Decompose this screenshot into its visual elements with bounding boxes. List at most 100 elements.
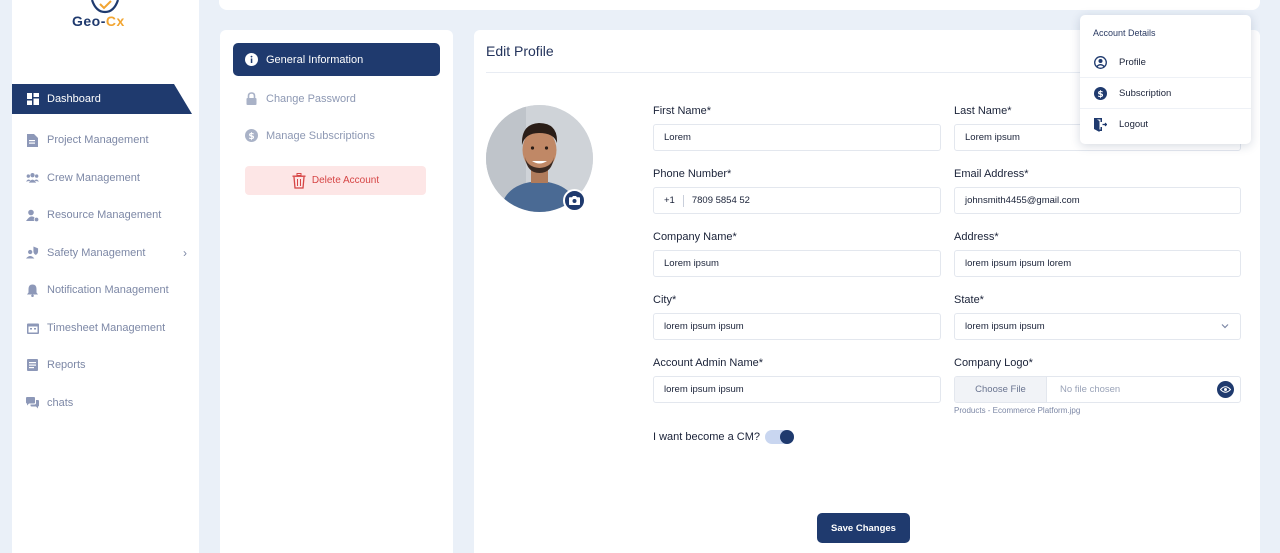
phone-number-value: 7809 5854 52 xyxy=(691,195,750,206)
sidebar-item-crew-management[interactable]: Crew Management xyxy=(12,159,199,197)
logo-text-part1: Geo- xyxy=(72,13,106,29)
svg-text:$: $ xyxy=(1097,90,1103,100)
dollar-circle-icon: $ xyxy=(245,129,258,142)
choose-file-button[interactable]: Choose File xyxy=(955,377,1047,402)
sidebar-item-label: Resource Management xyxy=(47,209,162,222)
delete-account-button[interactable]: Delete Account xyxy=(245,166,426,195)
eye-icon[interactable] xyxy=(1217,381,1234,398)
user-circle-icon xyxy=(1094,56,1107,69)
company-name-input[interactable]: Lorem ipsum xyxy=(653,250,941,277)
email-address-value: johnsmith4455@gmail.com xyxy=(965,195,1080,206)
account-dropdown-title: Account Details xyxy=(1093,28,1156,38)
sidebar-item-notification-management[interactable]: Notification Management xyxy=(12,272,199,310)
settings-tab-label: Manage Subscriptions xyxy=(266,129,375,142)
svg-text:$: $ xyxy=(248,132,254,142)
dollar-icon: $ xyxy=(1094,87,1107,100)
menu-item-label: Logout xyxy=(1119,119,1149,130)
settings-tab-label: General Information xyxy=(266,53,364,66)
address-label: Address* xyxy=(954,231,999,243)
company-logo-label: Company Logo* xyxy=(954,357,1033,369)
email-address-input[interactable]: johnsmith4455@gmail.com xyxy=(954,187,1241,214)
first-name-value: Lorem xyxy=(664,132,691,143)
sidebar-item-resource-management[interactable]: Resource Management xyxy=(12,197,199,235)
logo: Geo-Cx xyxy=(70,0,140,34)
account-admin-name-input[interactable]: lorem ipsum ipsum xyxy=(653,376,941,403)
become-cm-label: I want become a CM? xyxy=(653,431,760,443)
sidebar-item-label: Dashboard xyxy=(47,93,101,105)
chevron-right-icon: › xyxy=(183,245,187,260)
city-label: City* xyxy=(653,294,677,306)
sidebar-item-label: Project Management xyxy=(47,134,149,147)
state-value: lorem ipsum ipsum xyxy=(965,321,1045,332)
sidebar-item-reports[interactable]: Reports xyxy=(12,347,199,385)
sidebar-item-project-management[interactable]: Project Management xyxy=(12,122,199,160)
logo-text: Geo-Cx xyxy=(72,13,125,29)
report-icon xyxy=(26,359,39,372)
account-admin-name-value: lorem ipsum ipsum xyxy=(664,384,744,395)
state-label: State* xyxy=(954,294,984,306)
document-icon xyxy=(26,133,39,147)
file-status: No file chosen xyxy=(1060,384,1121,395)
company-name-label: Company Name* xyxy=(653,231,737,243)
menu-item-label: Profile xyxy=(1119,57,1146,68)
settings-tab-change-password[interactable]: Change Password xyxy=(233,82,440,115)
active-indicator xyxy=(12,84,192,114)
address-input[interactable]: lorem ipsum ipsum lorem xyxy=(954,250,1241,277)
address-value: lorem ipsum ipsum lorem xyxy=(965,258,1072,269)
settings-panel: General Information Change Password $ Ma… xyxy=(220,30,453,553)
sidebar-item-chats[interactable]: chats xyxy=(12,384,199,422)
become-cm-toggle[interactable] xyxy=(765,430,794,444)
user-gear-icon xyxy=(26,209,39,222)
sidebar-nav: Dashboard Project Management Crew Manage… xyxy=(12,84,199,422)
sidebar-item-label: Notification Management xyxy=(47,284,169,297)
sidebar-item-label: Crew Management xyxy=(47,171,140,184)
last-name-label: Last Name* xyxy=(954,105,1012,117)
calendar-icon xyxy=(26,321,39,334)
menu-item-subscription[interactable]: $ Subscription xyxy=(1080,78,1251,109)
sidebar-item-label: Safety Management xyxy=(47,246,146,259)
trash-icon xyxy=(292,172,306,189)
account-admin-name-label: Account Admin Name* xyxy=(653,357,764,369)
sidebar-item-safety-management[interactable]: Safety Management › xyxy=(12,234,199,272)
menu-item-profile[interactable]: Profile xyxy=(1080,47,1251,78)
settings-tab-manage-subscriptions[interactable]: $ Manage Subscriptions xyxy=(233,119,440,152)
account-dropdown: Account Details Profile $ Subscription L… xyxy=(1080,15,1251,144)
sidebar-item-timesheet-management[interactable]: Timesheet Management xyxy=(12,309,199,347)
last-name-value: Lorem ipsum xyxy=(965,132,1020,143)
info-icon xyxy=(245,53,258,66)
sidebar-item-dashboard[interactable]: Dashboard xyxy=(12,84,199,114)
save-changes-button[interactable]: Save Changes xyxy=(817,513,910,543)
city-input[interactable]: lorem ipsum ipsum xyxy=(653,313,941,340)
company-name-value: Lorem ipsum xyxy=(664,258,719,269)
sidebar-item-label: Reports xyxy=(47,359,86,372)
company-logo-input: Choose File No file chosen xyxy=(954,376,1241,403)
menu-item-logout[interactable]: Logout xyxy=(1080,109,1251,140)
state-select[interactable]: lorem ipsum ipsum xyxy=(954,313,1241,340)
camera-icon xyxy=(569,196,580,205)
toggle-knob xyxy=(780,430,794,444)
logout-icon xyxy=(1094,117,1107,132)
email-address-label: Email Address* xyxy=(954,168,1029,180)
logo-text-part2: Cx xyxy=(105,13,125,29)
file-name-hint: Products - Ecommerce Platform.jpg xyxy=(954,406,1081,415)
settings-tab-label: Change Password xyxy=(266,92,356,105)
phone-number-input[interactable]: +1 7809 5854 52 xyxy=(653,187,941,214)
sidebar-item-label: chats xyxy=(47,396,74,409)
sidebar-item-label: Timesheet Management xyxy=(47,321,166,334)
first-name-label: First Name* xyxy=(653,105,712,117)
settings-tab-general-information[interactable]: General Information xyxy=(233,43,440,76)
page-title: Edit Profile xyxy=(486,43,554,59)
menu-item-label: Subscription xyxy=(1119,88,1172,99)
safety-icon xyxy=(26,246,39,259)
delete-account-label: Delete Account xyxy=(311,175,380,186)
dashboard-icon xyxy=(26,93,39,106)
lock-icon xyxy=(245,92,258,105)
phone-number-label: Phone Number* xyxy=(653,168,732,180)
users-icon xyxy=(26,171,39,184)
country-code[interactable]: +1 xyxy=(664,194,684,207)
chat-icon xyxy=(26,396,39,409)
change-photo-button[interactable] xyxy=(563,189,586,212)
bell-icon xyxy=(26,284,39,297)
sidebar: Geo-Cx Dashboard Project Management Crew… xyxy=(12,0,199,553)
first-name-input[interactable]: Lorem xyxy=(653,124,941,151)
